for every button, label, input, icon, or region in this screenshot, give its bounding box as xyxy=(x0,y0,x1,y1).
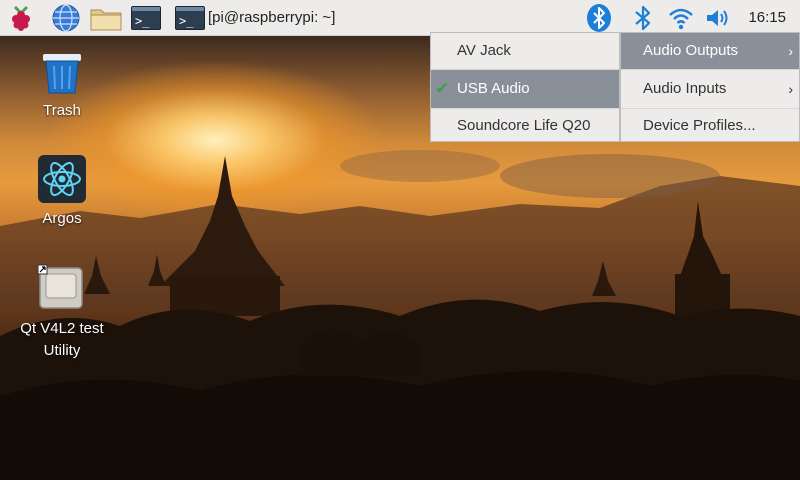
terminal-icon: >_ xyxy=(175,6,205,30)
menu-item-label: Device Profiles... xyxy=(643,117,756,134)
trash-icon xyxy=(37,46,87,96)
menu-item-audio-outputs[interactable]: Audio Outputs › xyxy=(621,33,799,69)
raspberry-menu-button[interactable] xyxy=(6,3,36,33)
bluetooth-manager-button[interactable] xyxy=(584,3,614,33)
wifi-button[interactable] xyxy=(666,3,696,33)
desktop-icon-label: Argos xyxy=(42,210,82,227)
terminal-window-title[interactable]: [pi@raspberrypi: ~] xyxy=(208,0,335,36)
raspberry-menu-icon xyxy=(12,5,30,31)
menu-item-usb-audio[interactable]: ✔ USB Audio xyxy=(431,69,619,108)
menu-item-label: Soundcore Life Q20 xyxy=(457,117,591,134)
bluetooth-icon xyxy=(635,5,651,31)
file-manager-button[interactable] xyxy=(88,3,124,33)
menu-item-audio-inputs[interactable]: Audio Inputs › xyxy=(621,69,799,108)
chevron-right-icon: › xyxy=(788,81,793,97)
menu-item-label: Audio Outputs xyxy=(643,42,739,59)
audio-outputs-submenu: AV Jack ✔ USB Audio Soundcore Life Q20 xyxy=(430,32,620,142)
volume-button[interactable] xyxy=(703,3,733,33)
desktop-icon-argos[interactable]: Argos xyxy=(7,154,117,230)
bluetooth-status-button[interactable] xyxy=(630,3,656,33)
menu-item-device-profiles[interactable]: Device Profiles... xyxy=(621,108,799,143)
web-browser-icon xyxy=(52,4,80,32)
terminal-launcher-button[interactable]: >_ xyxy=(129,3,163,33)
menu-item-label: Audio Inputs xyxy=(643,80,727,97)
desktop-icon-label: Qt V4L2 test Utility xyxy=(20,320,104,359)
desktop-icon-trash[interactable]: Trash xyxy=(7,46,117,122)
menu-item-av-jack[interactable]: AV Jack xyxy=(431,33,619,69)
terminal-icon: >_ xyxy=(131,6,161,30)
menu-item-label: USB Audio xyxy=(457,80,530,97)
bluetooth-icon xyxy=(587,4,611,32)
desktop-icon-label: Trash xyxy=(43,102,81,119)
terminal-window-task-button[interactable]: >_ xyxy=(173,3,207,33)
audio-menu: Audio Outputs › Audio Inputs › Device Pr… xyxy=(620,32,800,142)
chevron-right-icon: › xyxy=(788,43,793,59)
qt-v4l2-app-icon xyxy=(37,264,87,314)
checkmark-icon: ✔ xyxy=(435,79,450,98)
taskbar: >_ >_ [pi@raspberrypi: ~] 16:15 xyxy=(0,0,800,36)
clock[interactable]: 16:15 xyxy=(748,0,786,36)
desktop-icon-qt-v4l2[interactable]: Qt V4L2 test Utility xyxy=(7,264,117,362)
argos-atom-icon xyxy=(37,154,87,204)
web-browser-button[interactable] xyxy=(50,3,82,33)
volume-icon xyxy=(707,10,728,26)
wifi-icon xyxy=(669,8,693,30)
menu-item-label: AV Jack xyxy=(457,42,511,59)
file-manager-icon xyxy=(90,9,122,31)
menu-item-soundcore-life-q20[interactable]: Soundcore Life Q20 xyxy=(431,108,619,143)
